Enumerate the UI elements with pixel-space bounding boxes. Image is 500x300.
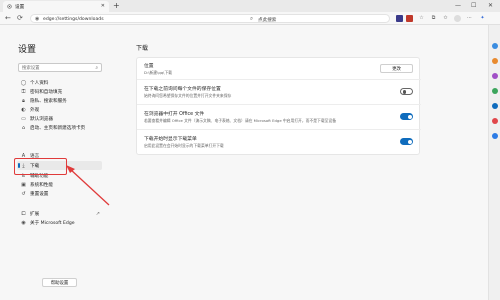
edge-sidebar bbox=[488, 25, 500, 300]
annotation-arrow bbox=[66, 165, 110, 206]
system-icon: ▣ bbox=[21, 181, 26, 188]
office-icon[interactable] bbox=[492, 103, 498, 109]
search-icon: ⌕ bbox=[250, 15, 254, 22]
tab-title: 设置 bbox=[15, 4, 25, 10]
home-icon: ⌂ bbox=[21, 124, 26, 131]
search-hint: 点此搜索 bbox=[258, 17, 277, 23]
office-desc: 若要查看并编辑 Office 文件（演示文稿、电子表格、文档）请在 Micros… bbox=[144, 118, 337, 123]
show-menu-row: 下载开始时显示下载菜单 启用此设置在会开始时显示的下载菜单打开下载 bbox=[137, 130, 421, 155]
ask-where-desc: 始终询问您希望保存文件的位置并打开文件夹来保存 bbox=[144, 93, 232, 98]
sidebar-item-appearance[interactable]: ◐ 外观 bbox=[17, 105, 102, 114]
location-row: 位置 D:\新建\qq\下载 更改 bbox=[137, 58, 421, 80]
help-settings-button[interactable]: 帮助设置 bbox=[42, 278, 77, 287]
office-row: 在浏览器中打开 Office 文件 若要查看并编辑 Office 文件（演示文稿… bbox=[137, 105, 421, 130]
show-menu-toggle[interactable] bbox=[400, 138, 413, 145]
reset-icon: ↺ bbox=[21, 190, 26, 197]
extensions-icon: ⧠ bbox=[21, 210, 26, 217]
location-title: 位置 bbox=[144, 64, 154, 69]
back-icon[interactable]: ← bbox=[5, 13, 11, 24]
outlook-icon[interactable] bbox=[492, 118, 498, 124]
navigation-bar: ← ⟳ ◉ edge://settings/downloads ⌕ 点此搜索 ☆… bbox=[0, 12, 500, 25]
key-icon: ⚿ bbox=[21, 88, 26, 95]
minimize-button[interactable]: — bbox=[455, 1, 461, 11]
sidebar-item-privacy[interactable]: 🔒︎ 隐私、搜索和服务 bbox=[17, 96, 102, 105]
sidebar-item-passwords[interactable]: ⚿ 密码和自动填充 bbox=[17, 87, 102, 96]
page-title: 设置 bbox=[18, 45, 37, 55]
lock-icon: 🔒︎ bbox=[22, 97, 25, 104]
address-bar[interactable]: ◉ edge://settings/downloads ⌕ 点此搜索 bbox=[30, 14, 390, 23]
new-tab-button[interactable]: + bbox=[113, 1, 120, 11]
edge-logo-icon: ◉ bbox=[35, 16, 40, 22]
sidebar-item-about[interactable]: ◉ 关于 Microsoft Edge bbox=[17, 218, 102, 227]
settings-tab-icon bbox=[7, 4, 12, 9]
show-menu-title: 下载开始时显示下载菜单 bbox=[144, 137, 197, 142]
show-menu-desc: 启用此设置在会开始时显示的下载菜单打开下载 bbox=[144, 143, 224, 148]
url-text: edge://settings/downloads bbox=[43, 16, 104, 22]
add-favorites-icon[interactable]: ✩ bbox=[442, 15, 449, 22]
extension-icon[interactable] bbox=[396, 15, 403, 22]
location-path: D:\新建\qq\下载 bbox=[144, 70, 173, 75]
change-location-button[interactable]: 更改 bbox=[380, 64, 413, 73]
extension-icon[interactable] bbox=[406, 15, 413, 22]
refresh-icon[interactable]: ⟳ bbox=[17, 13, 23, 24]
search-input[interactable] bbox=[22, 65, 92, 71]
office-toggle[interactable] bbox=[400, 113, 413, 120]
external-link-icon: ↗ bbox=[95, 210, 100, 217]
profile-icon[interactable] bbox=[454, 15, 461, 22]
tools-icon[interactable] bbox=[492, 73, 498, 79]
settings-search[interactable]: ⌕ bbox=[18, 63, 102, 72]
maximize-button[interactable]: ☐ bbox=[471, 1, 476, 11]
close-window-button[interactable]: ✕ bbox=[488, 1, 493, 11]
person-icon: ◯ bbox=[20, 79, 27, 86]
browser-icon: ▭ bbox=[21, 115, 26, 122]
search-sidebar-icon[interactable] bbox=[492, 43, 498, 49]
section-title: 下载 bbox=[136, 45, 149, 52]
downloads-card: 位置 D:\新建\qq\下载 更改 在下载之前询问每个文件的保存位置 始终询问您… bbox=[136, 57, 421, 155]
tab-close-icon[interactable]: ✕ bbox=[101, 3, 105, 9]
favorites-icon[interactable]: ☆ bbox=[418, 15, 425, 22]
sidebar-item-startup[interactable]: ⌂ 启动、主页和新建选项卡页 bbox=[17, 123, 102, 132]
appearance-icon: ◐ bbox=[21, 106, 26, 113]
edge-icon: ◉ bbox=[21, 219, 26, 226]
sidebar-item-profile[interactable]: ◯ 个人资料 bbox=[17, 78, 102, 87]
copilot-icon[interactable]: ✦ bbox=[479, 15, 486, 22]
settings-page: 设置 ⌕ ◯个人资料 ⚿密码和自动填充 🔒︎隐私、搜索和服务 ◐外观 ▭默认浏览… bbox=[0, 25, 488, 300]
ask-where-title: 在下载之前询问每个文件的保存位置 bbox=[144, 87, 221, 92]
title-bar: 设置 ✕ + — ☐ ✕ bbox=[0, 0, 500, 12]
search-icon: ⌕ bbox=[95, 66, 98, 71]
collections-icon[interactable]: ⧉ bbox=[430, 15, 437, 22]
tab-settings[interactable]: 设置 ✕ bbox=[3, 1, 109, 12]
word-icon[interactable] bbox=[492, 133, 498, 139]
games-icon[interactable] bbox=[492, 88, 498, 94]
ask-where-row: 在下载之前询问每个文件的保存位置 始终询问您希望保存文件的位置并打开文件夹来保存 bbox=[137, 80, 421, 105]
more-options-icon[interactable]: ⋯ bbox=[466, 15, 473, 22]
shopping-icon[interactable] bbox=[492, 58, 498, 64]
sidebar-item-default-browser[interactable]: ▭ 默认浏览器 bbox=[17, 114, 102, 123]
ask-where-toggle[interactable] bbox=[400, 88, 413, 95]
office-title: 在浏览器中打开 Office 文件 bbox=[144, 112, 205, 117]
